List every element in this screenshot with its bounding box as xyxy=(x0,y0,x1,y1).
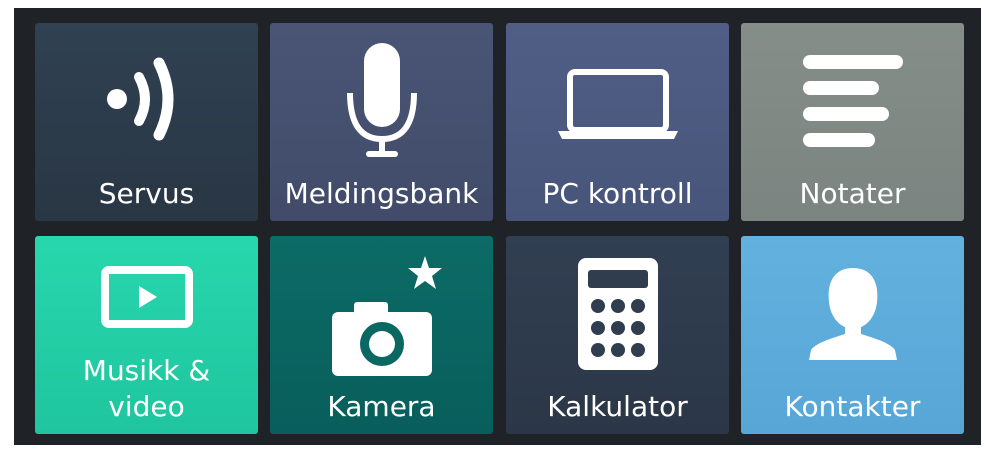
tile-label: PC kontroll xyxy=(542,177,693,210)
calculator-icon xyxy=(578,258,658,370)
tile-label-line-2: video xyxy=(108,390,185,423)
tile-notater[interactable]: Notater xyxy=(741,23,964,221)
tile-label: Notater xyxy=(799,177,906,210)
laptop-icon xyxy=(558,69,678,139)
tile-meldingsbank[interactable]: Meldingsbank xyxy=(270,23,493,221)
tile-label: Kalkulator xyxy=(547,390,688,423)
camera-icon xyxy=(332,256,442,376)
notes-icon xyxy=(803,55,903,147)
tile-label: Kamera xyxy=(327,390,436,423)
tile-label: Kontakter xyxy=(784,390,921,423)
microphone-icon xyxy=(347,43,417,157)
tile-kontakter[interactable]: Kontakter xyxy=(741,236,964,434)
person-icon xyxy=(809,268,897,360)
tile-label: Servus xyxy=(98,177,195,210)
tile-kalkulator[interactable]: Kalkulator xyxy=(506,236,729,434)
tile-label: Meldingsbank xyxy=(284,177,479,210)
tile-label-line-1: Musikk & xyxy=(82,354,211,387)
broadcast-icon xyxy=(107,57,174,141)
tile-musikk-video[interactable]: Musikk & video xyxy=(35,236,258,434)
tile-servus[interactable]: Servus xyxy=(35,23,258,221)
tile-kamera[interactable]: Kamera xyxy=(270,236,493,434)
play-video-icon xyxy=(101,266,193,328)
tile-pc-kontroll[interactable]: PC kontroll xyxy=(506,23,729,221)
